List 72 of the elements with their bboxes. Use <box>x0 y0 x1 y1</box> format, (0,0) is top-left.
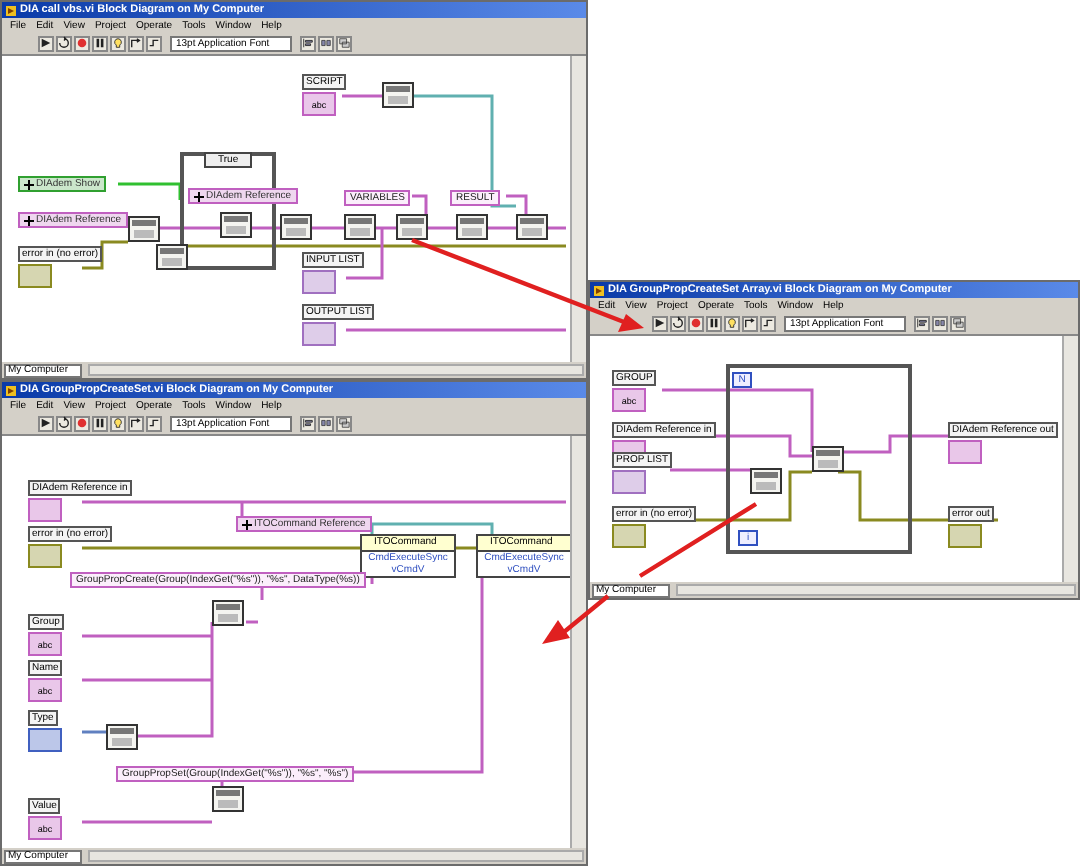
toolbar-button[interactable] <box>706 315 722 331</box>
app-icon <box>6 5 16 15</box>
run-continuously-icon <box>672 316 684 330</box>
step-icon <box>744 316 756 330</box>
light-bulb-icon <box>726 316 738 330</box>
toolbar-button[interactable] <box>760 315 776 331</box>
subvi-icon <box>128 216 160 242</box>
toolbar-button[interactable] <box>913 315 930 331</box>
subvi-icon <box>812 446 844 472</box>
subvi-icon <box>220 212 252 238</box>
distribute-icon <box>319 36 332 50</box>
cross-icon <box>194 191 204 201</box>
reorder-icon <box>951 316 964 330</box>
subvi-icon <box>396 214 428 240</box>
light-bulb-icon <box>112 36 124 50</box>
toolbar-button[interactable] <box>670 315 686 331</box>
subvi-icon <box>382 82 414 108</box>
step-icon <box>130 416 142 430</box>
run-arrow-icon <box>40 416 52 430</box>
toolbar-button[interactable] <box>128 415 144 431</box>
abort-icon <box>76 416 88 430</box>
toolbar-button[interactable] <box>146 415 162 431</box>
run-continuously-icon <box>58 416 70 430</box>
toolbar-button[interactable] <box>742 315 758 331</box>
toolbar-button[interactable] <box>652 315 668 331</box>
app-icon <box>6 385 16 395</box>
pause-icon <box>94 416 106 430</box>
light-bulb-icon <box>112 416 124 430</box>
reorder-icon <box>337 416 350 430</box>
toolbar-button[interactable] <box>38 35 54 51</box>
subvi-icon <box>344 214 376 240</box>
toolbar-button[interactable] <box>299 35 316 51</box>
align-icon <box>915 316 928 330</box>
subvi-icon <box>456 214 488 240</box>
pause-icon <box>708 316 720 330</box>
cross-icon <box>242 519 252 529</box>
abort-icon <box>690 316 702 330</box>
toolbar-button[interactable] <box>128 35 144 51</box>
abort-icon <box>76 36 88 50</box>
toolbar-button[interactable] <box>317 35 334 51</box>
wire-icon <box>148 36 160 50</box>
toolbar-button[interactable] <box>931 315 948 331</box>
subvi-icon <box>750 468 782 494</box>
toolbar-button[interactable] <box>56 415 72 431</box>
subvi-icon <box>212 600 244 626</box>
toolbar-button[interactable] <box>299 415 316 431</box>
wire-icon <box>762 316 774 330</box>
distribute-icon <box>319 416 332 430</box>
run-arrow-icon <box>40 36 52 50</box>
subvi-icon <box>156 244 188 270</box>
toolbar-button[interactable] <box>56 35 72 51</box>
distribute-icon <box>933 316 946 330</box>
toolbar-button[interactable] <box>38 415 54 431</box>
toolbar-button[interactable] <box>92 415 108 431</box>
subvi-icon <box>280 214 312 240</box>
step-icon <box>130 36 142 50</box>
run-continuously-icon <box>58 36 70 50</box>
toolbar-button[interactable] <box>317 415 334 431</box>
subvi-icon <box>106 724 138 750</box>
subvi-icon <box>516 214 548 240</box>
align-icon <box>301 416 314 430</box>
cross-icon <box>24 179 34 189</box>
reorder-icon <box>337 36 350 50</box>
pause-icon <box>94 36 106 50</box>
wire-icon <box>148 416 160 430</box>
toolbar-button[interactable] <box>92 35 108 51</box>
run-arrow-icon <box>654 316 666 330</box>
app-icon <box>594 285 604 295</box>
cross-icon <box>24 215 34 225</box>
align-icon <box>301 36 314 50</box>
toolbar-button[interactable] <box>146 35 162 51</box>
subvi-icon <box>212 786 244 812</box>
